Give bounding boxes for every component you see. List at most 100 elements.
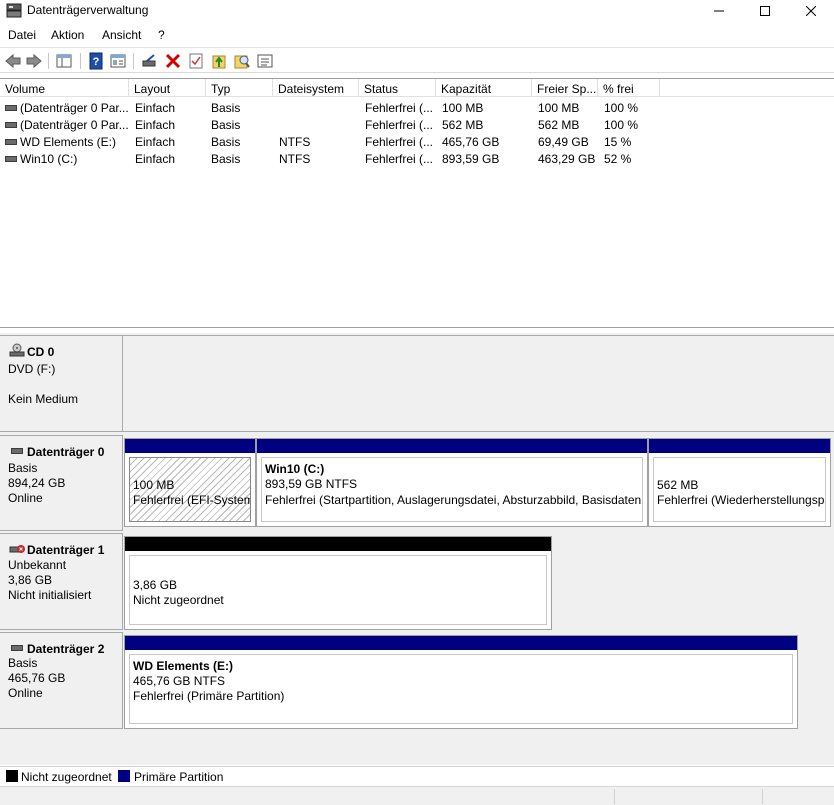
disk-name: Datenträger 2 <box>27 642 105 656</box>
partition-status: Fehlerfrei (EFI-Systempartition) <box>133 493 250 507</box>
cell-kapazitaet: 562 MB <box>442 118 484 132</box>
partition-recovery[interactable]: 562 MB Fehlerfrei (Wiederherstellungspar… <box>648 438 831 527</box>
toolbar-separator <box>80 53 81 69</box>
import-icon[interactable] <box>210 52 228 70</box>
status-bar-separator <box>762 789 763 804</box>
disk-info-line: Nicht initialisiert <box>8 588 92 602</box>
cell-prozent-frei: 100 % <box>604 101 639 115</box>
table-row[interactable]: (Datenträger 0 Par... Einfach Basis Fehl… <box>0 116 660 133</box>
cell-status: Fehlerfrei (... <box>365 118 434 132</box>
partition-bar <box>649 439 830 453</box>
help-icon[interactable]: ? <box>87 52 105 70</box>
status-bar-separator <box>614 789 615 804</box>
cell-volume: (Datenträger 0 Par... <box>5 101 129 115</box>
properties-icon[interactable] <box>109 52 127 70</box>
maximize-button[interactable] <box>742 0 788 22</box>
back-icon[interactable] <box>4 52 22 70</box>
cell-status: Fehlerfrei (... <box>365 101 434 115</box>
column-header-kapazitaet[interactable]: Kapazität <box>436 79 532 97</box>
partition-body: WD Elements (E:) 465,76 GB NTFS Fehlerfr… <box>129 654 793 724</box>
partition-efi[interactable]: 100 MB Fehlerfrei (EFI-Systempartition) <box>124 438 256 527</box>
partition-size: 465,76 GB NTFS <box>133 674 226 688</box>
partition-size: 893,59 GB NTFS <box>265 477 358 491</box>
connect-icon[interactable] <box>141 52 159 70</box>
table-row[interactable]: Win10 (C:) Einfach Basis NTFS Fehlerfrei… <box>0 150 660 167</box>
minimize-button[interactable] <box>696 0 742 22</box>
table-row[interactable]: WD Elements (E:) Einfach Basis NTFS Fehl… <box>0 133 660 150</box>
disk-label-disk1[interactable]: Datenträger 1 Unbekannt 3,86 GB Nicht in… <box>0 533 123 630</box>
disk-info-line: Basis <box>8 461 38 475</box>
cell-status: Fehlerfrei (... <box>365 152 434 166</box>
disk-info-line: 3,86 GB <box>8 573 53 587</box>
search-icon[interactable] <box>233 52 251 70</box>
cell-freier-speicher: 69,49 GB <box>538 135 589 149</box>
cell-typ: Basis <box>211 152 241 166</box>
cell-layout: Einfach <box>135 152 176 166</box>
disk-management-app-icon <box>6 3 22 18</box>
cell-kapazitaet: 465,76 GB <box>442 135 500 149</box>
disk-area-cd0 <box>123 335 834 432</box>
partition-status: Fehlerfrei (Primäre Partition) <box>133 689 285 703</box>
drive-icon <box>5 104 17 111</box>
disk-name: CD 0 <box>27 345 55 359</box>
disk-label-disk0[interactable]: Datenträger 0 Basis 894,24 GB Online <box>0 435 123 531</box>
cell-dateisystem: NTFS <box>279 152 311 166</box>
cd-drive-icon <box>9 343 25 357</box>
table-row[interactable]: (Datenträger 0 Par... Einfach Basis Fehl… <box>0 99 660 116</box>
partition-body: Win10 (C:) 893,59 GB NTFS Fehlerfrei (St… <box>261 457 643 522</box>
cell-freier-speicher: 463,29 GB <box>538 152 596 166</box>
menu-help[interactable]: ? <box>158 28 165 42</box>
partition-size: 3,86 GB <box>133 578 178 592</box>
column-header-typ[interactable]: Typ <box>206 79 273 97</box>
menu-bar: Datei Aktion Ansicht ? <box>0 24 834 46</box>
drive-icon <box>11 645 23 651</box>
disk-graphical-view: CD 0 DVD (F:) Kein Medium Datenträger 0 … <box>0 333 834 765</box>
partition-size: 562 MB <box>657 478 699 492</box>
column-header-prozent-frei[interactable]: % frei <box>598 79 660 97</box>
partition-title: WD Elements (E:) <box>133 659 234 673</box>
partition-title: Win10 (C:) <box>265 462 325 476</box>
disk-label-disk2[interactable]: Datenträger 2 Basis 465,76 GB Online <box>0 632 123 729</box>
column-header-freier-speicher[interactable]: Freier Sp... <box>532 79 598 97</box>
menu-datei[interactable]: Datei <box>8 28 36 42</box>
partition-win10-c[interactable]: Win10 (C:) 893,59 GB NTFS Fehlerfrei (St… <box>256 438 648 527</box>
disk-info-line: Basis <box>8 656 38 670</box>
forward-icon[interactable] <box>25 52 43 70</box>
disk-info-line: Online <box>8 686 43 700</box>
close-button[interactable] <box>788 0 834 22</box>
cell-typ: Basis <box>211 135 241 149</box>
column-header-volume[interactable]: Volume <box>0 79 129 97</box>
toolbar: ? <box>0 47 834 73</box>
list-icon[interactable] <box>256 52 274 70</box>
partition-bar <box>125 537 551 551</box>
legend-swatch-primary <box>118 770 130 782</box>
partition-status: Nicht zugeordnet <box>133 593 224 607</box>
partition-wd-elements-e[interactable]: WD Elements (E:) 465,76 GB NTFS Fehlerfr… <box>124 635 798 729</box>
console-tree-icon[interactable] <box>55 52 73 70</box>
column-header-status[interactable]: Status <box>359 79 436 97</box>
disk-label-cd0[interactable]: CD 0 DVD (F:) Kein Medium <box>0 335 123 432</box>
column-header-layout[interactable]: Layout <box>129 79 206 97</box>
disk-info-line: Kein Medium <box>8 392 79 406</box>
check-icon[interactable] <box>187 52 205 70</box>
cell-prozent-frei: 100 % <box>604 118 639 132</box>
partition-body: 3,86 GB Nicht zugeordnet <box>129 555 547 625</box>
drive-icon <box>5 121 17 128</box>
partition-bar <box>125 439 255 453</box>
drive-icon <box>5 138 17 145</box>
disk-info-line: 894,24 GB <box>8 476 66 490</box>
disk-info-line: DVD (F:) <box>8 362 56 376</box>
toolbar-separator <box>133 53 134 69</box>
legend-swatch-unallocated <box>6 770 18 782</box>
delete-icon[interactable] <box>164 52 182 70</box>
partition-unallocated[interactable]: 3,86 GB Nicht zugeordnet <box>124 536 552 630</box>
disk-name: Datenträger 0 <box>27 445 105 459</box>
menu-ansicht[interactable]: Ansicht <box>102 28 141 42</box>
legend-label-unallocated: Nicht zugeordnet <box>21 770 112 784</box>
partition-bar <box>257 439 647 453</box>
column-header-dateisystem[interactable]: Dateisystem <box>273 79 359 97</box>
menu-aktion[interactable]: Aktion <box>51 28 84 42</box>
svg-text:?: ? <box>93 56 100 68</box>
drive-icon <box>5 155 17 162</box>
cell-kapazitaet: 100 MB <box>442 101 484 115</box>
